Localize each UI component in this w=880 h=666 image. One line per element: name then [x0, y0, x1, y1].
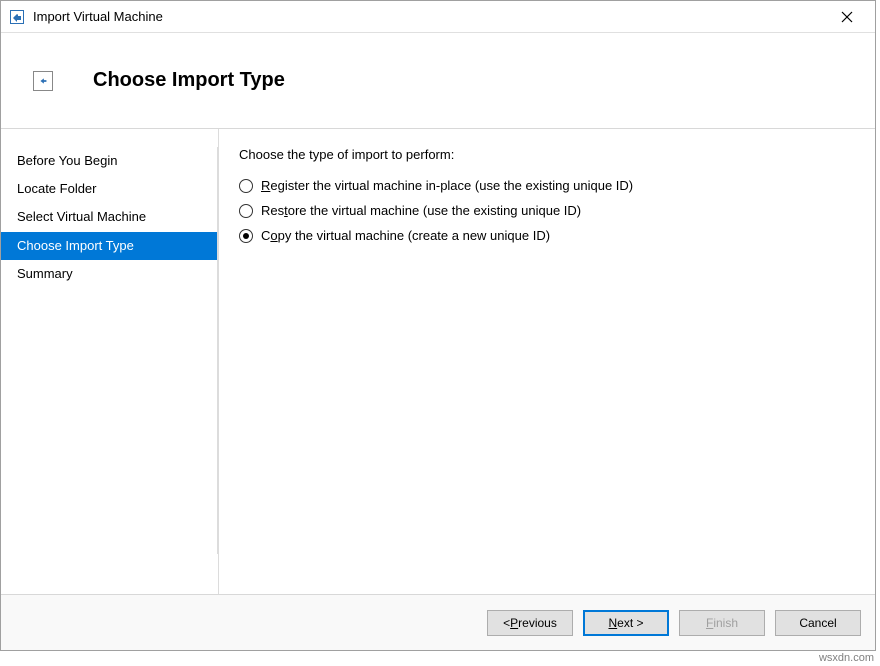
- page-title: Choose Import Type: [93, 69, 285, 92]
- radio-option-restore[interactable]: Restore the virtual machine (use the exi…: [239, 203, 855, 218]
- header-icon: [33, 71, 53, 91]
- radio-option-copy[interactable]: Copy the virtual machine (create a new u…: [239, 228, 855, 243]
- window-title: Import Virtual Machine: [33, 9, 827, 24]
- sidebar-item-locate-folder[interactable]: Locate Folder: [1, 175, 218, 203]
- sidebar-item-select-vm[interactable]: Select Virtual Machine: [1, 203, 218, 231]
- close-icon: [841, 11, 853, 23]
- sidebar-item-label: Locate Folder: [17, 181, 97, 196]
- radio-icon: [239, 229, 253, 243]
- button-bar: < Previous Next > Finish Cancel: [1, 594, 875, 650]
- wizard-window: Import Virtual Machine Choose Import Typ…: [0, 0, 876, 651]
- wizard-header: Choose Import Type: [1, 33, 875, 129]
- previous-button[interactable]: < Previous: [487, 610, 573, 636]
- wizard-steps-sidebar: Before You Begin Locate Folder Select Vi…: [1, 129, 219, 594]
- main-panel: Choose the type of import to perform: Re…: [219, 129, 875, 594]
- sidebar-item-label: Before You Begin: [17, 153, 117, 168]
- radio-label: Restore the virtual machine (use the exi…: [261, 203, 581, 218]
- radio-label: Register the virtual machine in-place (u…: [261, 178, 633, 193]
- sidebar-item-choose-import-type[interactable]: Choose Import Type: [1, 232, 218, 260]
- radio-label: Copy the virtual machine (create a new u…: [261, 228, 550, 243]
- finish-button: Finish: [679, 610, 765, 636]
- watermark: wsxdn.com: [819, 652, 874, 664]
- radio-icon: [239, 179, 253, 193]
- close-button[interactable]: [827, 3, 867, 31]
- radio-option-register[interactable]: Register the virtual machine in-place (u…: [239, 178, 855, 193]
- content-area: Before You Begin Locate Folder Select Vi…: [1, 129, 875, 594]
- titlebar: Import Virtual Machine: [1, 1, 875, 33]
- sidebar-item-label: Select Virtual Machine: [17, 209, 146, 224]
- sidebar-item-label: Summary: [17, 266, 73, 281]
- radio-icon: [239, 204, 253, 218]
- sidebar-item-label: Choose Import Type: [17, 238, 134, 253]
- import-type-radio-group: Register the virtual machine in-place (u…: [239, 178, 855, 243]
- app-icon: [9, 9, 25, 25]
- sidebar-item-summary[interactable]: Summary: [1, 260, 218, 288]
- sidebar-item-before-you-begin[interactable]: Before You Begin: [1, 147, 218, 175]
- cancel-button[interactable]: Cancel: [775, 610, 861, 636]
- instruction-text: Choose the type of import to perform:: [239, 147, 855, 162]
- next-button[interactable]: Next >: [583, 610, 669, 636]
